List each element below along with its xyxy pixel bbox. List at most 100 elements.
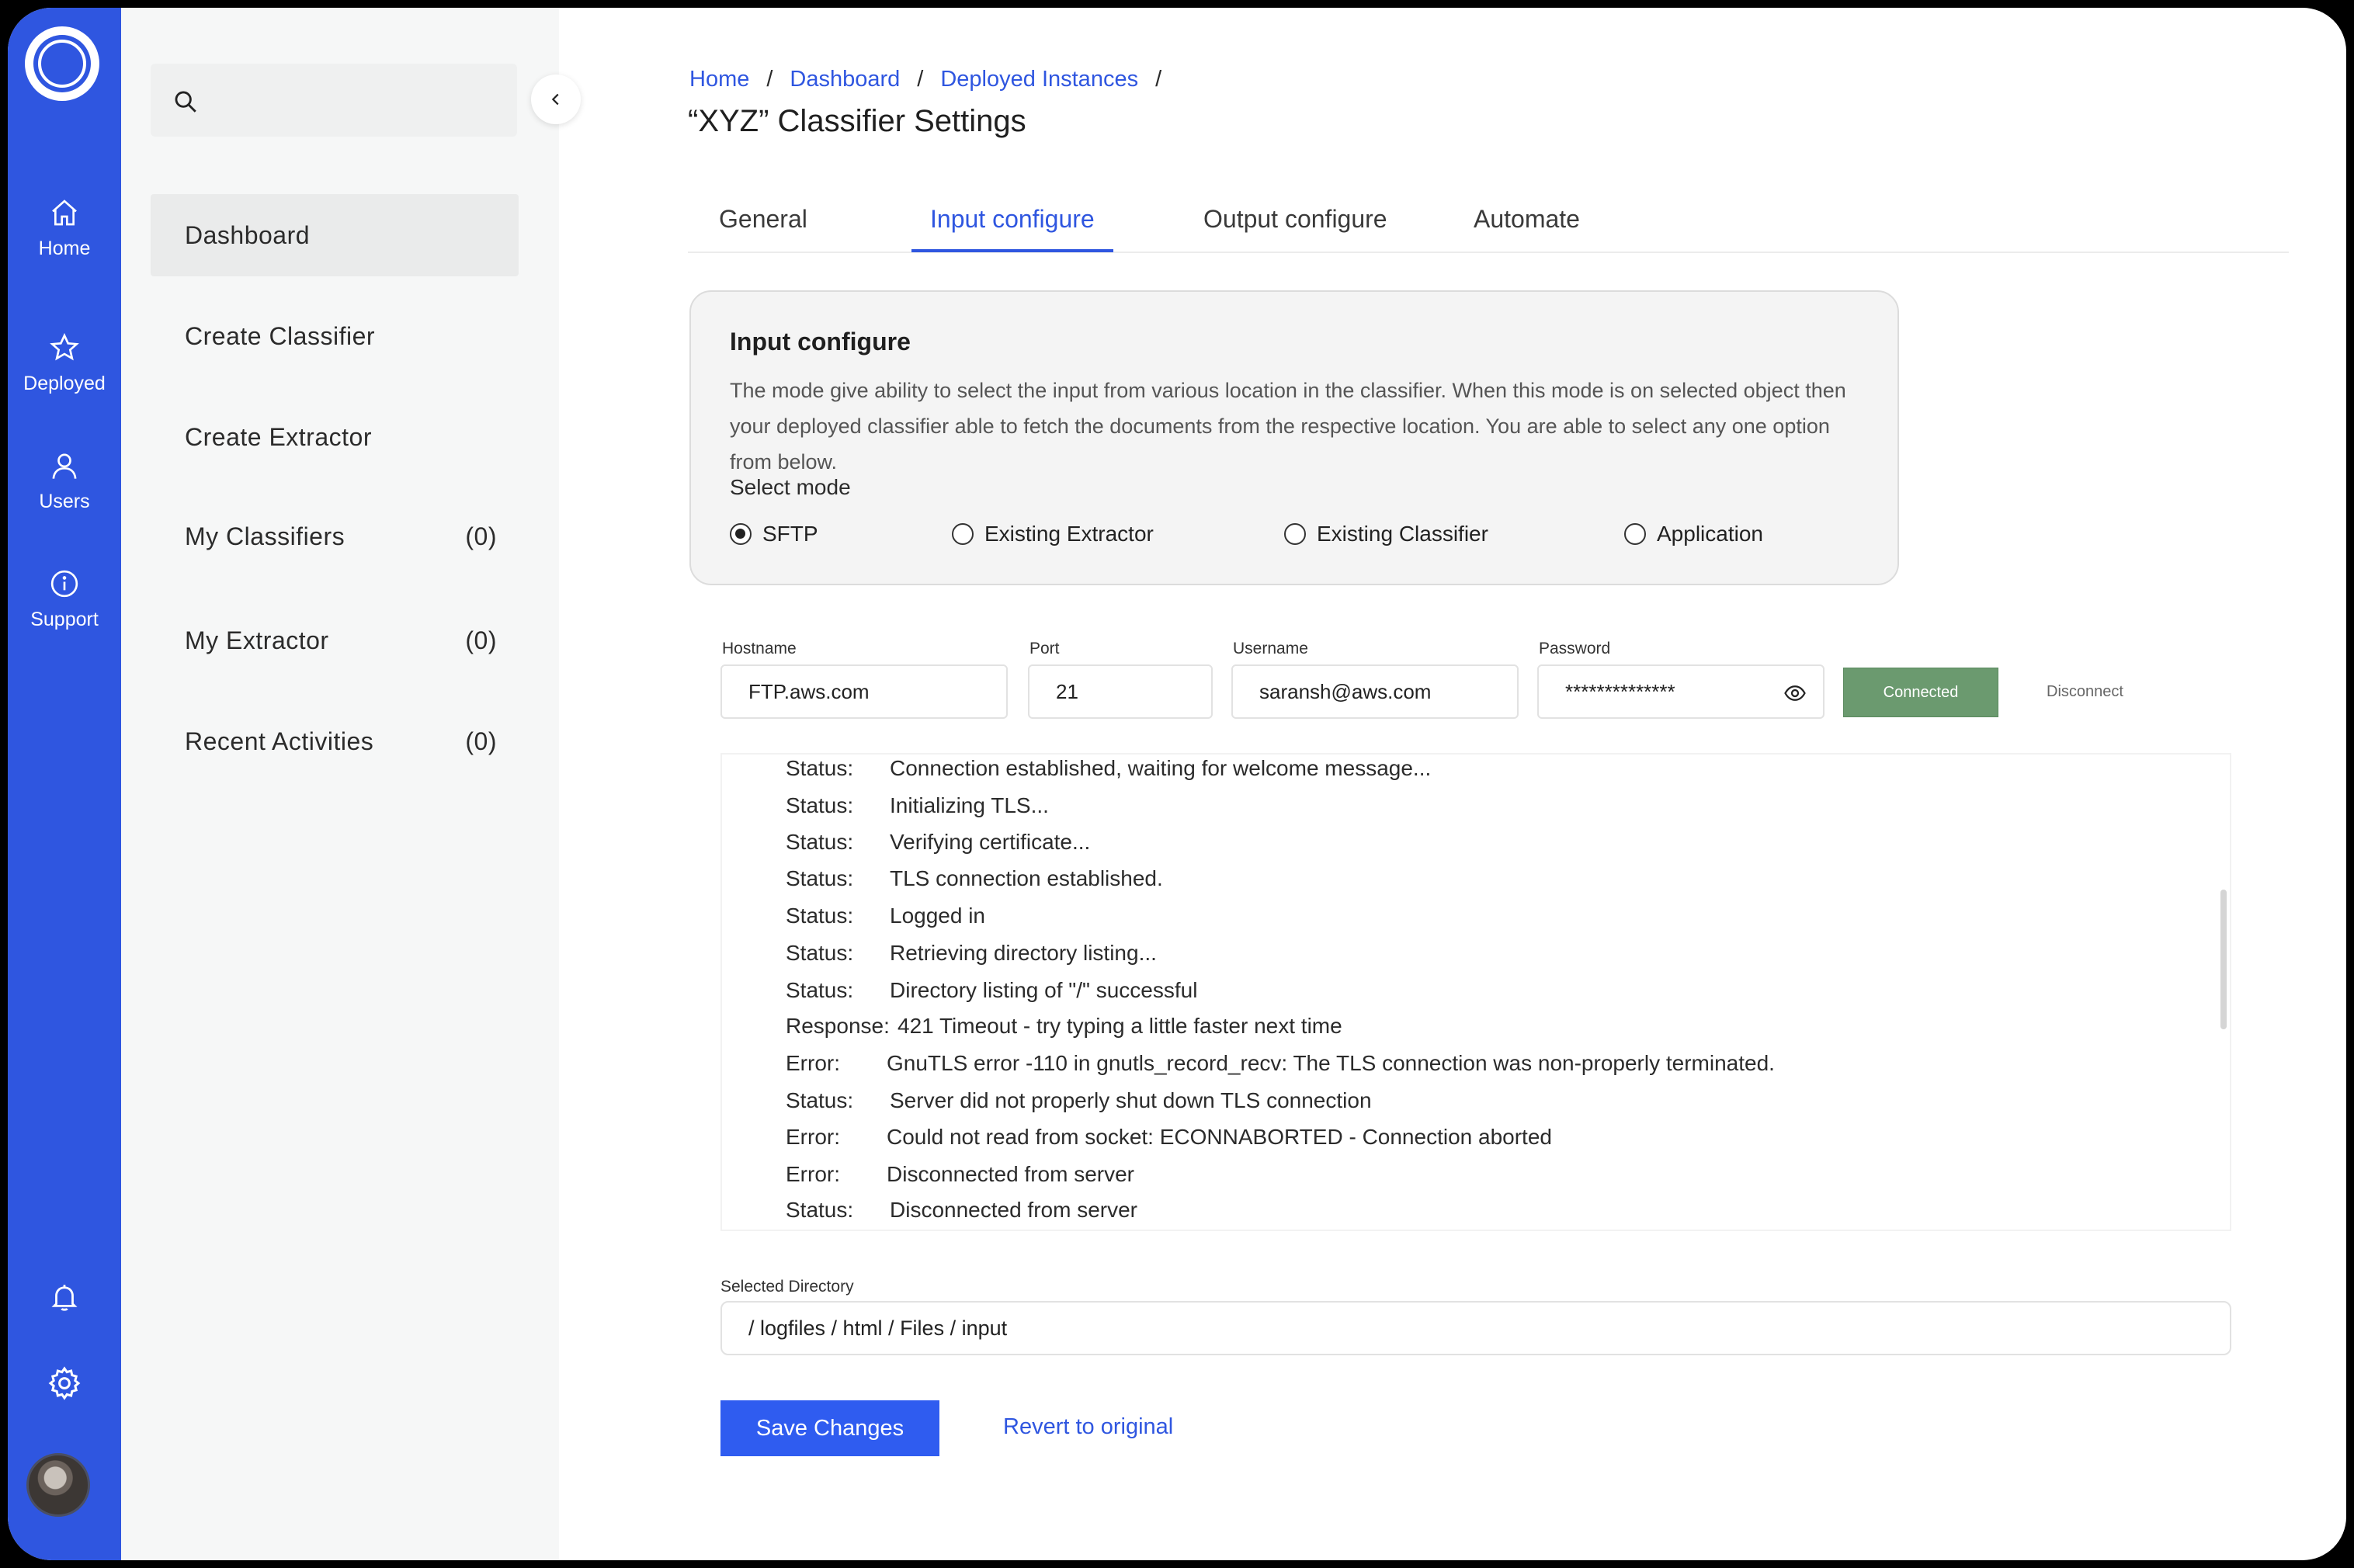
bell-icon (51, 1285, 78, 1311)
sidebar-item-label: Recent Activities (185, 727, 374, 755)
username-input[interactable] (1259, 679, 1491, 704)
rail-label-deployed: Deployed (23, 373, 106, 394)
tab-output-configure[interactable]: Output configure (1203, 205, 1387, 249)
radio-checked-icon (730, 523, 752, 545)
log-key: Status: (786, 793, 854, 817)
sidebar-item-dashboard[interactable]: Dashboard (151, 194, 519, 276)
log-message: Connection established, waiting for welc… (890, 756, 1432, 780)
selected-directory-input[interactable] (748, 1316, 2203, 1341)
log-row: Error: GnuTLS error -110 in gnutls_record… (786, 1051, 1775, 1076)
settings-tabs: General Input configure Output configure… (688, 194, 2289, 253)
sidebar-item-my-classifiers[interactable]: My Classifiers (0) (151, 495, 519, 578)
breadcrumb-separator: / (766, 67, 773, 92)
tab-general[interactable]: General (719, 205, 807, 249)
log-key: Error: (786, 1125, 840, 1149)
connected-button[interactable]: Connected (1843, 668, 1998, 717)
log-message: Disconnected from server (887, 1162, 1135, 1186)
breadcrumb-dashboard[interactable]: Dashboard (790, 67, 900, 92)
log-key: Response: (786, 1014, 890, 1038)
sidebar-item-my-extractor[interactable]: My Extractor (0) (151, 599, 519, 682)
password-field[interactable] (1537, 664, 1825, 719)
input-configure-card: Input configure The mode give ability to… (689, 290, 1899, 585)
icon-rail: Home Deployed Users Support (8, 8, 121, 1560)
log-message: 421 Timeout - try typing a little faster… (898, 1014, 1342, 1038)
star-icon (50, 332, 79, 361)
revert-to-original-link[interactable]: Revert to original (1003, 1414, 1173, 1440)
hostname-input[interactable] (748, 679, 980, 704)
rail-label-home: Home (38, 238, 91, 259)
settings-button[interactable] (8, 1365, 121, 1402)
tab-automate[interactable]: Automate (1474, 205, 1580, 249)
user-icon (52, 453, 77, 479)
port-label: Port (1029, 640, 1060, 657)
notifications-button[interactable] (8, 1281, 121, 1313)
password-input[interactable] (1565, 679, 1767, 704)
sidebar-item-label: My Extractor (185, 626, 329, 654)
breadcrumb-separator: / (917, 67, 924, 92)
sidebar-item-create-classifier[interactable]: Create Classifier (151, 295, 519, 377)
breadcrumb-deployed-instances[interactable]: Deployed Instances (940, 67, 1138, 92)
save-changes-button[interactable]: Save Changes (720, 1400, 939, 1456)
sidebar-search[interactable] (151, 64, 517, 137)
sidebar-item-label: My Classifiers (185, 522, 345, 550)
radio-unchecked-icon (1284, 523, 1306, 545)
tab-input-configure[interactable]: Input configure (911, 205, 1113, 252)
log-key: Status: (786, 904, 854, 928)
sidebar-item-recent-activities[interactable]: Recent Activities (0) (151, 700, 519, 782)
log-row: Status: Directory listing of "/" successf… (786, 978, 1197, 1003)
rail-item-home[interactable]: Home (8, 197, 121, 260)
rail-item-deployed[interactable]: Deployed (8, 332, 121, 395)
sidebar-item-count: (0) (465, 626, 497, 654)
rail-label-users: Users (39, 491, 90, 512)
eye-icon[interactable] (1783, 682, 1807, 705)
username-field[interactable] (1231, 664, 1519, 719)
selected-directory-label: Selected Directory (720, 1278, 854, 1296)
logo-icon[interactable] (25, 26, 99, 101)
connection-log[interactable]: Status: Connection established, waiting f… (720, 753, 2231, 1231)
collapse-sidebar-button[interactable] (531, 75, 581, 124)
breadcrumb-home[interactable]: Home (689, 67, 749, 92)
card-title: Input configure (730, 328, 911, 356)
port-input[interactable] (1056, 679, 1185, 704)
radio-sftp[interactable]: SFTP (730, 522, 818, 546)
log-message: Verifying certificate... (890, 830, 1091, 854)
sidebar: Dashboard Create Classifier Create Extra… (121, 8, 581, 1560)
radio-application[interactable]: Application (1624, 522, 1763, 546)
radio-existing-classifier[interactable]: Existing Classifier (1284, 522, 1488, 546)
radio-existing-extractor[interactable]: Existing Extractor (952, 522, 1154, 546)
radio-unchecked-icon (1624, 523, 1646, 545)
hostname-field[interactable] (720, 664, 1008, 719)
home-icon (52, 199, 77, 226)
log-key: Error: (786, 1162, 840, 1186)
log-message: Retrieving directory listing... (890, 941, 1157, 965)
rail-item-support[interactable]: Support (8, 568, 121, 631)
sidebar-item-count: (0) (465, 522, 497, 550)
log-key: Status: (786, 941, 854, 965)
log-key: Status: (786, 830, 854, 854)
log-row: Status: Logged in (786, 904, 985, 928)
search-icon (175, 91, 196, 113)
log-key: Status: (786, 978, 854, 1002)
port-field[interactable] (1028, 664, 1213, 719)
log-row: Status: Verifying certificate... (786, 830, 1090, 855)
avatar[interactable] (26, 1453, 90, 1517)
log-key: Status: (786, 756, 854, 780)
log-scrollbar[interactable] (2220, 890, 2227, 1029)
radio-label: Application (1657, 522, 1763, 546)
log-row: Status: TLS connection established. (786, 866, 1163, 891)
sidebar-item-label: Dashboard (185, 220, 311, 249)
chevron-left-icon (551, 93, 559, 106)
log-message: TLS connection established. (890, 866, 1163, 890)
log-row: Response: 421 Timeout - try typing a litt… (786, 1014, 1342, 1039)
disconnect-link[interactable]: Disconnect (2047, 683, 2123, 701)
selected-directory-field[interactable] (720, 1301, 2231, 1355)
rail-item-users[interactable]: Users (8, 450, 121, 513)
card-description: The mode give ability to select the inpu… (730, 379, 1846, 474)
main-content: Home / Dashboard / Deployed Instances / … (559, 8, 2346, 1560)
search-input[interactable] (213, 79, 500, 121)
page-title: “XYZ” Classifier Settings (688, 104, 1026, 138)
log-row: Status: Disconnected from server (786, 1198, 1137, 1223)
log-message: Initializing TLS... (890, 793, 1049, 817)
sidebar-item-create-extractor[interactable]: Create Extractor (151, 396, 519, 478)
app-window: Home Deployed Users Support Dashboard Cr… (8, 8, 2346, 1560)
